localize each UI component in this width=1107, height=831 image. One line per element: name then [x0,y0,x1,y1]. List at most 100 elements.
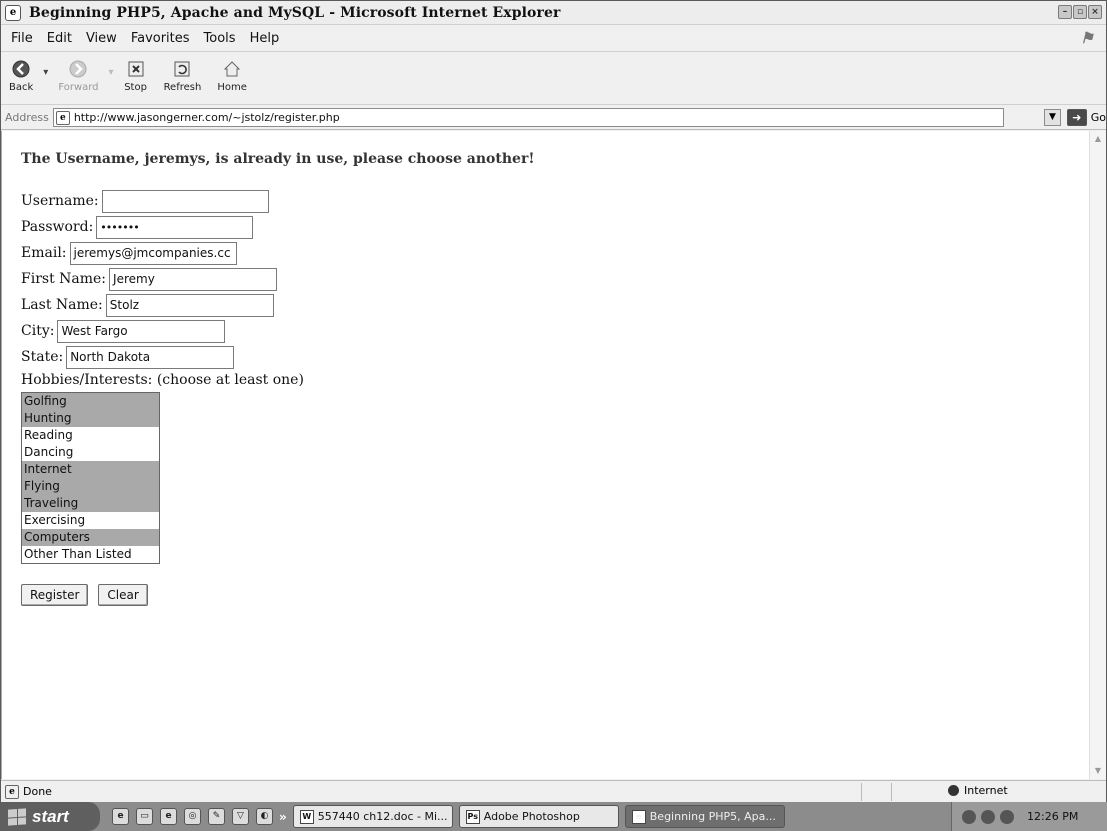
home-button[interactable]: Home [217,57,247,93]
hobby-option[interactable]: Hunting [22,410,159,427]
first-name-input[interactable]: Jeremy [109,267,278,291]
username-row: Username: [21,188,304,214]
form-buttons: Register Clear [21,584,304,606]
toolbar: Back ▾ Forward ▾ Stop Refresh Home [1,53,1106,105]
zone-label: Internet [964,784,1008,797]
username-input[interactable] [101,189,269,213]
media-quicklaunch-icon[interactable]: ◐ [256,808,273,825]
menu-edit[interactable]: Edit [47,31,72,46]
home-icon [220,57,244,81]
refresh-button[interactable]: Refresh [163,57,202,93]
back-arrow-icon [9,57,33,81]
taskbar-item-photoshop[interactable]: Ps Adobe Photoshop [458,805,619,828]
user-tray-icon[interactable] [981,809,995,824]
first-name-row: First Name: Jeremy [21,266,304,292]
hobby-option[interactable]: Golfing [22,393,159,410]
quicklaunch-chevron-icon[interactable]: » [279,810,287,824]
state-input[interactable]: North Dakota [66,345,235,369]
browser-quicklaunch-icon[interactable]: e [112,808,129,825]
address-dropdown-icon[interactable]: ▼ [1044,109,1061,126]
status-bar: e Done Internet [1,780,1106,802]
network-tray-icon[interactable] [962,809,976,824]
go-arrow-icon: ➜ [1066,109,1087,126]
status-text-panel: e Done [1,784,861,799]
register-button[interactable]: Register [21,584,89,606]
email-input[interactable]: jeremys@jmcompanies.cc [69,241,237,265]
security-zone: Internet [948,784,1008,797]
clear-button[interactable]: Clear [98,584,148,606]
back-button[interactable]: Back [9,57,33,93]
menu-tools[interactable]: Tools [204,31,236,46]
state-label: State: [21,349,64,365]
hobby-option[interactable]: Dancing [22,444,159,461]
start-label: start [32,806,69,826]
desktop-quicklaunch-icon[interactable]: ▭ [136,808,153,825]
state-row: State: North Dakota [21,344,304,370]
go-button[interactable]: ➜ Go [1066,109,1106,126]
back-dropdown-icon[interactable]: ▾ [43,67,48,78]
clock: 12:26 PM [1027,810,1079,823]
city-label: City: [21,323,55,339]
last-name-label: Last Name: [21,297,103,313]
page-content: The Username, jeremys, is already in use… [1,131,1089,779]
globe-icon [948,785,959,796]
minimize-button[interactable]: – [1058,5,1072,19]
refresh-label: Refresh [163,82,202,93]
hobbies-listbox[interactable]: Golfing Hunting Reading Dancing Internet… [21,392,160,564]
taskbar-item-ie[interactable]: e Beginning PHP5, Apa... [624,805,785,828]
menu-help[interactable]: Help [250,31,280,46]
start-button[interactable]: start [0,802,100,831]
menu-file[interactable]: File [11,31,33,46]
window-controls: – ▫ × [1058,5,1102,19]
task-label: Beginning PHP5, Apa... [649,810,776,823]
volume-tray-icon[interactable] [1000,809,1014,824]
menu-favorites[interactable]: Favorites [131,31,190,46]
address-input[interactable]: e http://www.jasongerner.com/~jstolz/reg… [52,108,1005,127]
hobby-option[interactable]: Reading [22,427,159,444]
photoshop-icon: Ps [465,809,480,824]
app-quicklaunch-icon[interactable]: ◎ [184,808,201,825]
hobby-option[interactable]: Other Than Listed [22,546,159,563]
address-url: http://www.jasongerner.com/~jstolz/regis… [73,111,340,124]
hobby-option[interactable]: Flying [22,478,159,495]
stop-label: Stop [124,82,147,93]
ie-task-icon: e [631,809,646,824]
ie-quicklaunch-icon[interactable]: e [160,808,177,825]
vertical-scrollbar[interactable]: ▲ ▼ [1089,131,1106,779]
go-label: Go [1090,111,1106,124]
stop-icon [124,57,148,81]
back-label: Back [9,82,34,93]
address-label: Address [5,111,49,124]
password-row: Password: ••••••• [21,214,304,240]
filter-quicklaunch-icon[interactable]: ▽ [232,808,249,825]
hobby-option[interactable]: Traveling [22,495,159,512]
menu-view[interactable]: View [86,31,117,46]
city-input[interactable]: West Fargo [57,319,226,343]
scroll-up-icon[interactable]: ▲ [1090,131,1106,147]
editor-quicklaunch-icon[interactable]: ✎ [208,808,225,825]
task-label: 557440 ch12.doc - Mi... [317,810,448,823]
home-label: Home [217,82,247,93]
forward-button[interactable]: Forward [58,57,99,93]
scroll-down-icon[interactable]: ▼ [1090,763,1106,779]
hobby-option[interactable]: Internet [22,461,159,478]
maximize-button[interactable]: ▫ [1073,5,1087,19]
word-icon: W [299,809,314,824]
taskbar-item-word[interactable]: W 557440 ch12.doc - Mi... [292,805,453,828]
close-button[interactable]: × [1088,5,1102,19]
forward-dropdown-icon[interactable]: ▾ [109,67,114,78]
city-row: City: West Fargo [21,318,304,344]
hobby-option[interactable]: Computers [22,529,159,546]
refresh-icon [170,57,194,81]
error-message: The Username, jeremys, is already in use… [21,151,535,167]
stop-button[interactable]: Stop [124,57,148,93]
quick-launch: e ▭ e ◎ ✎ ▽ ◐ [112,808,273,825]
last-name-input[interactable]: Stolz [105,293,274,317]
hobby-option[interactable]: Exercising [22,512,159,529]
password-input[interactable]: ••••••• [96,215,254,239]
browser-window: e Beginning PHP5, Apache and MySQL - Mic… [0,0,1107,831]
password-label: Password: [21,219,94,235]
last-name-row: Last Name: Stolz [21,292,304,318]
address-bar: Address e http://www.jasongerner.com/~js… [1,106,1106,130]
windows-logo-icon: ⚑ [1080,29,1094,47]
